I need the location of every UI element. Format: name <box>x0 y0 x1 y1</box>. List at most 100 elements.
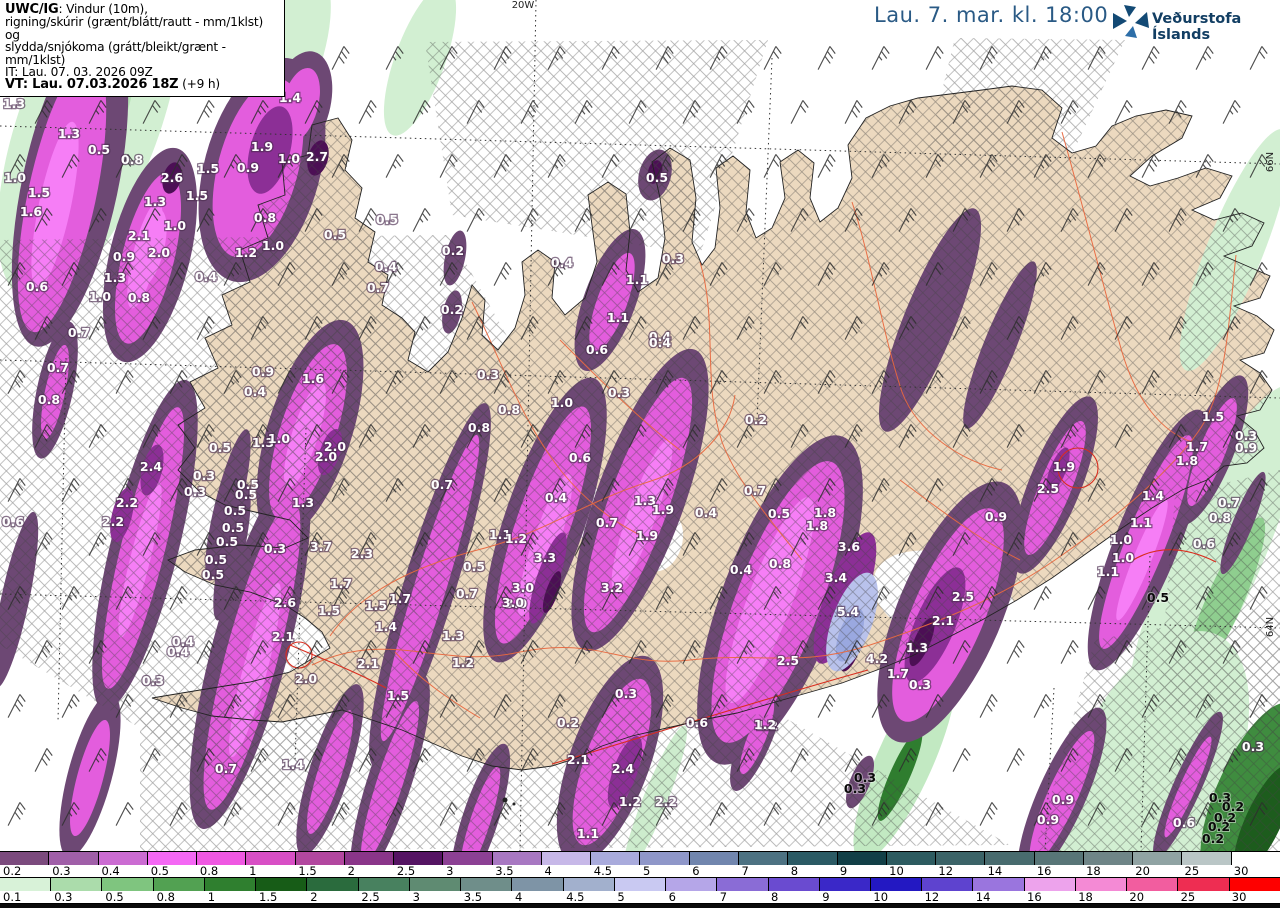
legend-tick-label: 3.5 <box>463 890 483 904</box>
precip-value-label: 2.5 <box>1037 481 1059 496</box>
precip-value-label: 1.3 <box>104 270 126 285</box>
valid-time: VT: Lau. 07.03.2026 18Z (+9 h) <box>5 77 220 93</box>
rain-scale-labels: 0.2 0.3 0.4 0.5 0.8 1 1.5 2 2.5 3 3.5 4 4.5 5 6 7 8 9 10 12… <box>0 864 1280 878</box>
precip-value-label: 0.3 <box>477 367 499 382</box>
legend-tick-label: 30 <box>1233 864 1249 878</box>
precip-value-label: 0.4 <box>195 269 217 284</box>
legend-tick-label: 3 <box>446 864 454 878</box>
precip-value-label: 0.3 <box>142 673 164 688</box>
precip-value-label: 3.0 <box>512 580 534 595</box>
precip-value-label: 0.9 <box>1052 792 1074 807</box>
precip-value-label: 1.5 <box>387 688 409 703</box>
precip-value-label: 1.1 <box>1130 515 1152 530</box>
precip-value-label: 0.9 <box>237 160 259 175</box>
product-title: UWC/IG: Vindur (10m), <box>5 2 148 17</box>
precip-value-label: 1.1 <box>577 826 599 841</box>
precip-value-label: 0.7 <box>367 280 389 295</box>
precip-value-label: 3.3 <box>534 550 556 565</box>
precip-value-label: 0.7 <box>68 325 90 340</box>
precip-value-label: 1.3 <box>906 640 928 655</box>
precip-value-label: 1.0 <box>89 289 111 304</box>
legend-tick-label: 5 <box>643 864 651 878</box>
graticule-label: 66N <box>1265 152 1276 172</box>
precip-value-label: 1.0 <box>1112 550 1134 565</box>
precip-value-label: 0.8 <box>1209 510 1231 525</box>
precip-value-label: 0.3 <box>662 251 684 266</box>
precip-value-label: 1.2 <box>754 717 776 732</box>
precip-value-label: 0.5 <box>324 227 346 242</box>
precip-value-label: 2.1 <box>932 613 954 628</box>
precip-value-label: 1.9 <box>636 528 658 543</box>
precip-value-label: 1.9 <box>1053 459 1075 474</box>
legend-tick-label: 10 <box>889 864 904 878</box>
precip-value-label: 0.3 <box>615 686 637 701</box>
graticule-label: 20W <box>512 0 535 11</box>
precip-value-label: 1.0 <box>268 431 290 446</box>
vestmannaeyjar-island <box>502 797 508 803</box>
precip-value-label: 2.1 <box>272 629 294 644</box>
precip-value-label: 1.0 <box>262 238 284 253</box>
precip-value-label: 0.4 <box>244 384 266 399</box>
legend-tick-label: 6 <box>692 864 700 878</box>
precip-value-label: 3.0 <box>502 595 524 610</box>
precip-value-label: 0.7 <box>431 477 453 492</box>
precip-value-label: 1.5 <box>318 603 340 618</box>
legend-tick-label: 9 <box>822 890 830 904</box>
legend-tick-label: 0.3 <box>54 890 73 904</box>
precip-value-label: 2.0 <box>148 245 170 260</box>
precip-value-label: 1.7 <box>887 666 909 681</box>
precip-value-label: 0.9 <box>252 364 274 379</box>
precip-value-label: 1.2 <box>235 245 257 260</box>
precip-value-label: 2.6 <box>161 170 183 185</box>
precip-value-label: 0.4 <box>649 335 671 350</box>
forecast-map-canvas: 20W66N64N 1.31.30.50.81.41.91.0 2.72.61.5… <box>0 0 1280 851</box>
precip-value-label: 1.0 <box>4 170 26 185</box>
precip-value-label: 0.5 <box>222 520 244 535</box>
precip-value-label: 2.5 <box>952 589 974 604</box>
precip-value-label: 0.3 <box>608 385 630 400</box>
legend-tick-label: 12 <box>924 890 940 904</box>
precip-value-label: 1.5 <box>1202 409 1224 424</box>
precip-value-label: 3.7 <box>310 539 332 554</box>
precip-value-label: 2.4 <box>140 459 162 474</box>
precip-value-label: 1.4 <box>375 619 397 634</box>
precip-value-label: 1.2 <box>452 655 474 670</box>
legend-tick-label: 0.8 <box>199 864 219 878</box>
precip-value-label: 0.5 <box>1147 590 1169 605</box>
legend-tick-label: 10 <box>873 890 889 904</box>
precip-value-label: 0.2 <box>1202 831 1224 846</box>
legend-tick-label: 8 <box>790 864 799 878</box>
precip-value-label: 0.5 <box>88 142 110 157</box>
precip-value-label: 1.3 <box>3 96 25 111</box>
precip-value-label: 0.5 <box>216 534 238 549</box>
precip-value-label: 3.6 <box>838 539 860 554</box>
precip-value-label: 0.8 <box>468 420 490 435</box>
precip-value-label: 1.4 <box>1142 488 1164 503</box>
precip-value-label: 0.7 <box>1218 495 1240 510</box>
precip-value-label: 2.1 <box>357 656 379 671</box>
legend-tick-label: 5 <box>617 890 625 904</box>
legend-tick-label: 25 <box>1180 890 1196 904</box>
precip-value-label: 0.7 <box>215 761 237 776</box>
legend-tick-label: 18 <box>1086 864 1101 878</box>
legend-tick-label: 7 <box>741 864 749 878</box>
legend-tick-label: 0.3 <box>52 864 71 878</box>
precip-value-label: 0.4 <box>730 562 752 577</box>
precip-value-label: 0.9 <box>1037 812 1059 827</box>
vedurstofa-logo-icon <box>1113 5 1149 38</box>
legend-tick-label: 9 <box>839 864 848 878</box>
org-name: Veðurstofa Íslands <box>1152 11 1242 43</box>
legend-tick-label: 2.5 <box>361 890 380 904</box>
precip-value-label: 0.5 <box>768 506 790 521</box>
rain-scale-bar <box>0 851 1280 865</box>
precip-value-label: 1.3 <box>58 126 80 141</box>
legend-tick-label: 3 <box>412 890 420 904</box>
precip-value-label: 0.9 <box>1235 440 1257 455</box>
precip-value-label: 0.4 <box>545 490 567 505</box>
precip-value-label: 0.2 <box>442 243 464 258</box>
precip-value-label: 0.6 <box>686 715 708 730</box>
product-info-box: UWC/IG: Vindur (10m), rigning/skúrir (gr… <box>0 0 285 97</box>
precip-value-label: 0.7 <box>744 483 766 498</box>
precip-value-label: 1.6 <box>302 371 324 386</box>
precip-value-label: 0.3 <box>1242 739 1264 754</box>
